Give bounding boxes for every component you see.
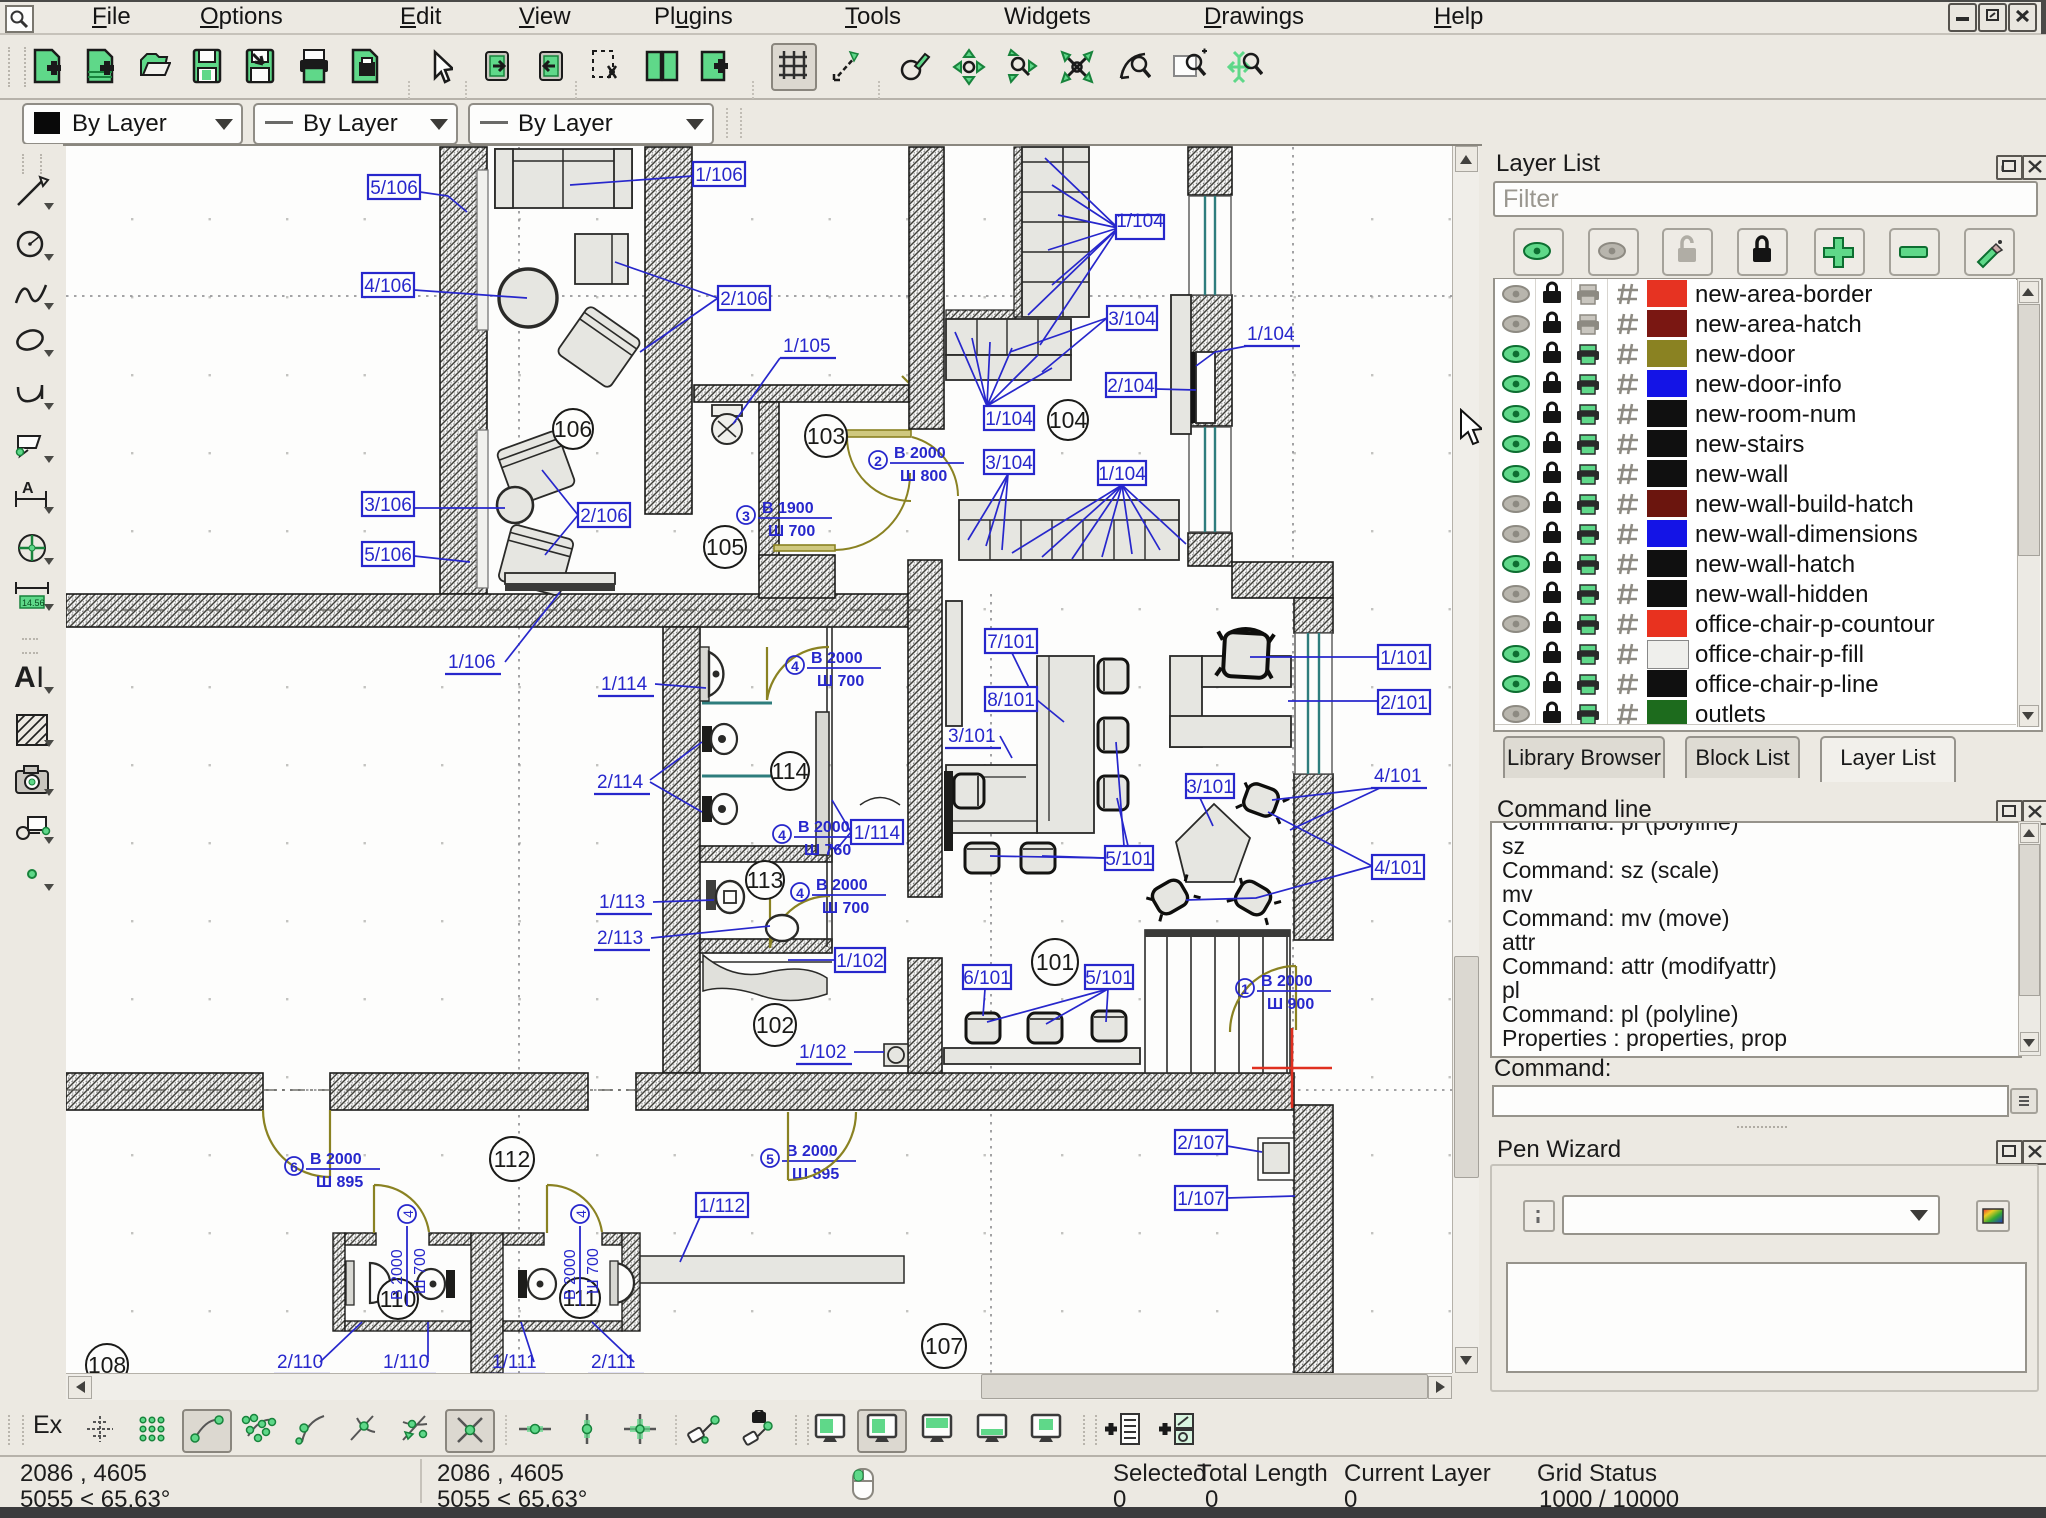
- svg-text:1/106: 1/106: [448, 652, 496, 673]
- svg-text:1/101: 1/101: [1380, 648, 1428, 669]
- svg-text:4/106: 4/106: [364, 276, 412, 297]
- svg-text:4: 4: [573, 1210, 589, 1218]
- svg-text:1/107: 1/107: [1177, 1189, 1225, 1210]
- svg-text:1/113: 1/113: [599, 892, 645, 913]
- svg-text:1/102: 1/102: [836, 951, 884, 972]
- svg-text:4/101: 4/101: [1374, 766, 1422, 787]
- svg-text:Ш 760: Ш 760: [804, 842, 851, 859]
- svg-text:2/110: 2/110: [277, 1352, 323, 1373]
- svg-text:5/106: 5/106: [370, 178, 418, 199]
- svg-text:3/104: 3/104: [1108, 309, 1156, 330]
- svg-text:8/101: 8/101: [987, 690, 1035, 711]
- svg-text:6: 6: [290, 1159, 298, 1175]
- svg-text:Ш 700: Ш 700: [768, 523, 815, 540]
- svg-text:103: 103: [807, 423, 845, 449]
- svg-text:Ш 700: Ш 700: [585, 1248, 602, 1294]
- svg-text:114: 114: [772, 758, 809, 784]
- svg-text:3/104: 3/104: [985, 453, 1033, 474]
- svg-text:5/106: 5/106: [364, 545, 412, 566]
- svg-text:14.56: 14.56: [22, 598, 45, 608]
- svg-text:101: 101: [1036, 949, 1074, 975]
- svg-text:2/104: 2/104: [1107, 376, 1155, 397]
- svg-text:1/104: 1/104: [985, 409, 1033, 430]
- svg-text:1/102: 1/102: [799, 1042, 847, 1063]
- svg-text:112: 112: [494, 1146, 531, 1172]
- svg-text:1/106: 1/106: [695, 165, 743, 186]
- svg-text:1/104: 1/104: [1098, 464, 1146, 485]
- svg-text:2/107: 2/107: [1177, 1133, 1225, 1154]
- svg-text:5/101: 5/101: [1105, 849, 1153, 870]
- svg-text:B 2000: B 2000: [562, 1249, 579, 1300]
- svg-text:B 2000: B 2000: [816, 877, 868, 894]
- svg-text:B 2000: B 2000: [811, 650, 863, 667]
- svg-text:113: 113: [747, 867, 784, 893]
- svg-text:3/101: 3/101: [948, 726, 996, 747]
- svg-text:1/112: 1/112: [699, 1196, 745, 1217]
- svg-text:2/106: 2/106: [580, 506, 628, 527]
- svg-text:1/110: 1/110: [383, 1352, 429, 1373]
- svg-text:4: 4: [400, 1210, 416, 1218]
- svg-text:Ш 700: Ш 700: [412, 1248, 429, 1294]
- svg-text:4: 4: [778, 827, 786, 843]
- svg-text:1: 1: [1241, 981, 1249, 997]
- svg-text:1/104: 1/104: [1116, 211, 1164, 232]
- svg-text:Ш 800: Ш 800: [900, 468, 947, 485]
- svg-text:7/101: 7/101: [987, 632, 1035, 653]
- svg-text:2/106: 2/106: [720, 289, 768, 310]
- svg-text:5/101: 5/101: [1085, 968, 1133, 989]
- svg-text:4: 4: [791, 658, 799, 674]
- svg-text:102: 102: [756, 1012, 794, 1038]
- svg-text:B 2000: B 2000: [1261, 973, 1313, 990]
- svg-text:105: 105: [706, 534, 744, 560]
- svg-text:1/105: 1/105: [783, 336, 831, 357]
- svg-text:6/101: 6/101: [963, 968, 1011, 989]
- svg-text:Ш 900: Ш 900: [1267, 996, 1314, 1013]
- svg-text:106: 106: [554, 416, 592, 442]
- svg-text:B 1900: B 1900: [762, 500, 814, 517]
- svg-text:B 2000: B 2000: [786, 1143, 838, 1160]
- svg-text:B 2000: B 2000: [894, 445, 946, 462]
- svg-text:1/114: 1/114: [854, 823, 901, 844]
- svg-text:2/101: 2/101: [1380, 693, 1428, 714]
- svg-text:3: 3: [742, 508, 750, 524]
- svg-text:3/106: 3/106: [364, 495, 412, 516]
- svg-text:A: A: [14, 661, 36, 694]
- svg-text:2/113: 2/113: [597, 928, 643, 949]
- svg-text:Ш 700: Ш 700: [822, 900, 869, 917]
- svg-text:4: 4: [796, 885, 804, 901]
- svg-text:2/114: 2/114: [597, 772, 644, 793]
- svg-text:104: 104: [1049, 407, 1088, 433]
- svg-text:4/101: 4/101: [1374, 858, 1422, 879]
- svg-text:A: A: [22, 480, 34, 497]
- svg-text:3/101: 3/101: [1186, 777, 1234, 798]
- svg-text:1/111: 1/111: [492, 1352, 537, 1373]
- svg-text:B 2000: B 2000: [310, 1151, 362, 1168]
- svg-text:108: 108: [88, 1352, 126, 1373]
- svg-text:2/111: 2/111: [591, 1352, 636, 1373]
- svg-text:107: 107: [925, 1333, 963, 1359]
- svg-text:5: 5: [766, 1151, 774, 1167]
- svg-text:B 2000: B 2000: [798, 819, 850, 836]
- svg-text:2: 2: [874, 453, 882, 469]
- svg-text:Ш 700: Ш 700: [817, 673, 864, 690]
- svg-text:B 2000: B 2000: [389, 1249, 406, 1300]
- svg-text:1/114: 1/114: [601, 674, 648, 695]
- svg-text:1/104: 1/104: [1247, 324, 1295, 345]
- svg-text:Ш 895: Ш 895: [316, 1174, 363, 1191]
